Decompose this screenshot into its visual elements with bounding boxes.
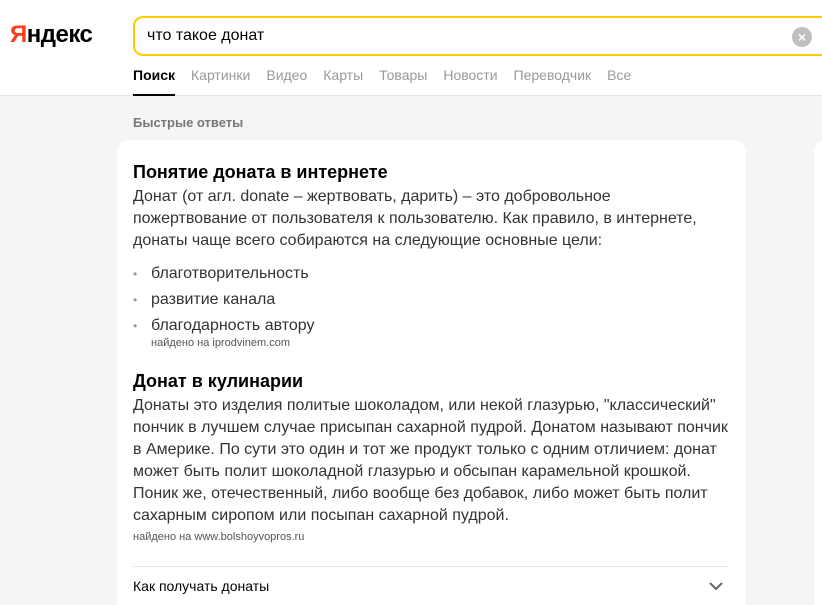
side-card (814, 140, 822, 605)
search-input[interactable]: что такое донат × (133, 16, 822, 56)
tab-translator[interactable]: Переводчик (514, 67, 592, 96)
tab-search[interactable]: Поиск (133, 67, 176, 96)
answer-title: Понятие доната в интернете (133, 162, 388, 182)
divider (133, 566, 728, 567)
search-tabs: Поиск Картинки Видео Карты Товары Новост… (133, 67, 647, 96)
tab-products[interactable]: Товары (379, 67, 427, 96)
faq-question[interactable]: Как получать донаты (133, 578, 728, 594)
yandex-logo[interactable]: Яндекс (10, 21, 93, 49)
answer-text: Донат (от агл. donate – жертвовать, дари… (133, 188, 697, 249)
answer-source[interactable]: найдено на www.bolshoyvopros.ru (133, 531, 728, 543)
clear-icon[interactable]: × (792, 27, 812, 47)
answer-bullets: благотворительность развитие канала благ… (133, 263, 728, 337)
answer-text: Донаты это изделия политые шоколадом, ил… (133, 397, 728, 524)
header: Яндекс что такое донат × Поиск Картинки … (0, 0, 822, 96)
bullet-item: благотворительность (133, 263, 728, 285)
tab-all[interactable]: Все (607, 67, 631, 96)
quick-answers-label: Быстрые ответы (133, 115, 244, 130)
tab-news[interactable]: Новости (443, 67, 497, 96)
tab-maps[interactable]: Карты (323, 67, 363, 96)
logo-rest: ндекс (26, 21, 93, 48)
answer-title: Донат в кулинарии (133, 371, 304, 391)
quick-answer-card: Понятие доната в интернете Донат (от агл… (117, 140, 746, 605)
chevron-down-icon[interactable] (709, 582, 723, 591)
bullet-item: благодарность автору (133, 315, 728, 337)
search-query[interactable]: что такое донат (147, 27, 264, 45)
bullet-item: развитие канала (133, 289, 728, 311)
tab-images[interactable]: Картинки (191, 67, 250, 96)
tab-video[interactable]: Видео (266, 67, 307, 96)
answer-source[interactable]: найдено на iprodvinem.com (151, 337, 728, 349)
logo-first-letter: Я (10, 21, 27, 48)
